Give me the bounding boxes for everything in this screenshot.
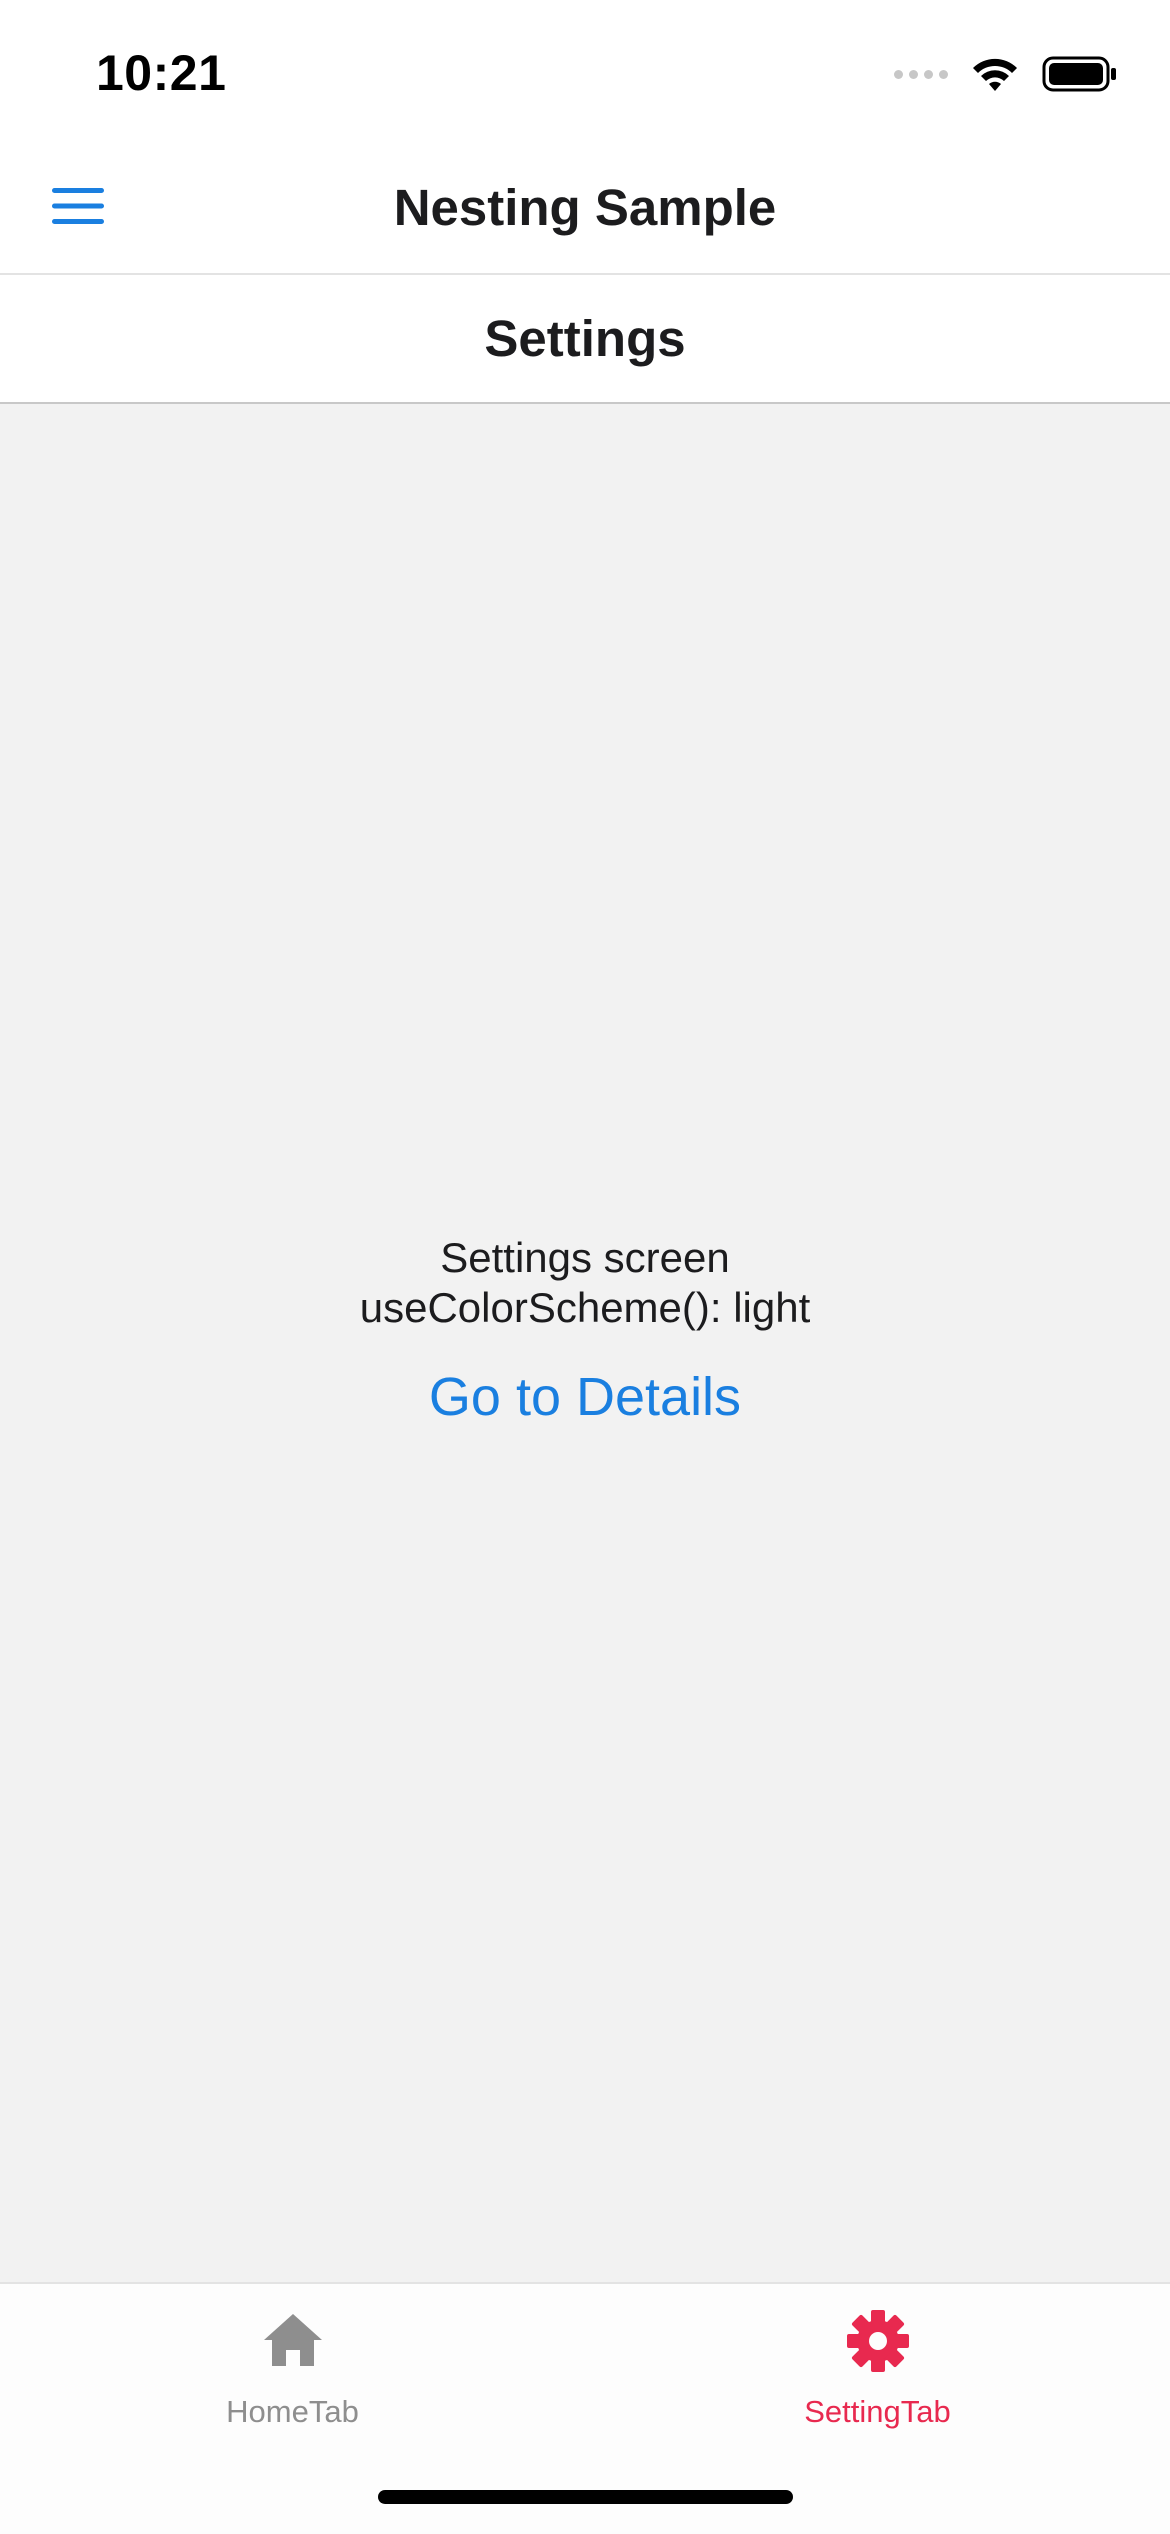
screen-title: Settings [484,310,686,367]
cellular-signal-icon [894,69,948,79]
battery-icon [1042,56,1116,92]
tab-setting[interactable]: SettingTab [585,2284,1170,2444]
go-to-details-button[interactable]: Go to Details [0,1366,1170,1428]
tab-label: HomeTab [226,2394,359,2429]
screen-label: Settings screen [440,1234,730,1281]
status-icons [894,52,1118,96]
navigation-header: Nesting Sample [0,140,1170,275]
status-time: 10:21 [96,45,227,101]
status-bar: 10:21 [0,0,1170,140]
color-scheme-label: useColorScheme(): light [359,1284,811,1331]
tab-screen-header: Settings [0,275,1170,404]
settings-screen-content: Settings screen useColorScheme(): light … [0,404,1170,2282]
page-title: Nesting Sample [393,179,777,236]
gear-icon [846,2310,909,2372]
tab-label: SettingTab [804,2394,951,2429]
tab-home[interactable]: HomeTab [0,2284,585,2444]
home-icon [263,2314,322,2366]
wifi-icon [973,58,1017,91]
home-indicator [378,2490,793,2504]
